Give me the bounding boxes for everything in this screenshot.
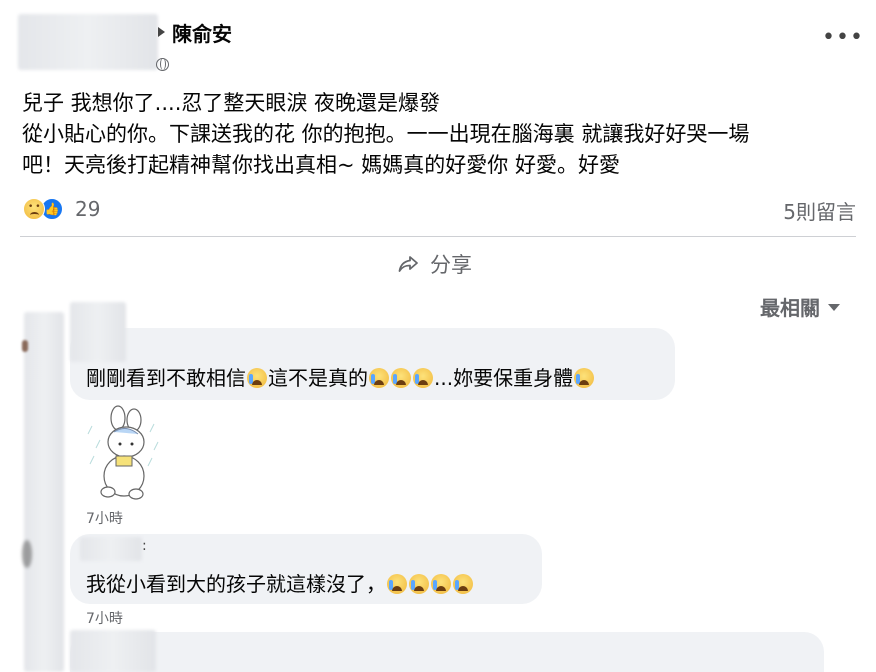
post-line: 兒子 我想你了....忍了整天眼淚 夜晚還是爆發 [22,91,441,115]
arrow-right-icon [158,27,165,37]
avatar-redacted[interactable] [24,312,64,672]
comment-bubble [70,632,824,672]
comment-time[interactable]: 7小時 [86,508,123,528]
post-text: 兒子 我想你了....忍了整天眼淚 夜晚還是爆發 從小貼心的你。下課送我的花 你… [22,88,862,181]
avatar[interactable] [22,540,32,568]
commenter-name-redacted[interactable] [80,537,142,561]
post-line: 吧！天亮後打起精神幫你找出真相~ 媽媽真的好愛你 好愛。好愛 [22,153,620,177]
comment-text-part: 這不是真的 [268,366,368,390]
crying-emoji-icon [574,368,595,388]
crying-emoji-icon [431,574,451,594]
globe-icon [156,58,169,71]
sort-label: 最相關 [760,296,820,320]
author-name-redacted[interactable] [18,14,158,70]
crying-emoji-icon [413,368,433,388]
reaction-count[interactable]: 29 [75,197,100,221]
more-options-icon[interactable]: ••• [822,27,864,49]
comment-text: 剛剛看到不敢相信 這不是真的 ...妳要保重身體 [86,362,595,391]
commenter-name-redacted[interactable] [70,302,126,362]
crying-emoji-icon [391,368,411,388]
comment-text-part: ...妳要保重身體 [434,366,574,390]
commenter-name-redacted[interactable] [70,630,156,672]
share-icon [398,256,418,272]
avatar[interactable] [22,340,28,352]
comment-text: 我從小看到大的孩子就這樣沒了， [86,568,474,597]
share-label: 分享 [430,253,472,277]
comment-text-part: 剛剛看到不敢相信 [86,366,246,390]
group-name[interactable]: 陳俞安 [172,18,232,47]
comment-text-part: 我從小看到大的孩子就這樣沒了， [86,572,386,596]
divider [20,236,856,237]
sad-reaction-icon[interactable] [23,198,45,220]
post-line: 從小貼心的你。下課送我的花 你的抱抱。一一出現在腦海裏 就讓我好好哭一場 [22,122,750,146]
crying-emoji-icon [369,368,389,388]
crying-emoji-icon [247,368,267,388]
sort-comments-button[interactable]: 最相關 [760,292,840,321]
comment-count[interactable]: 5則留言 [783,196,856,225]
share-button[interactable]: 分享 [396,248,472,280]
comment-time[interactable]: 7小時 [86,608,123,628]
name-dots: : [142,538,147,554]
crying-emoji-icon [387,574,407,594]
bunny-sticker[interactable] [84,404,164,504]
crying-emoji-icon [409,574,429,594]
crying-emoji-icon [453,574,473,594]
caret-down-icon [828,304,840,311]
